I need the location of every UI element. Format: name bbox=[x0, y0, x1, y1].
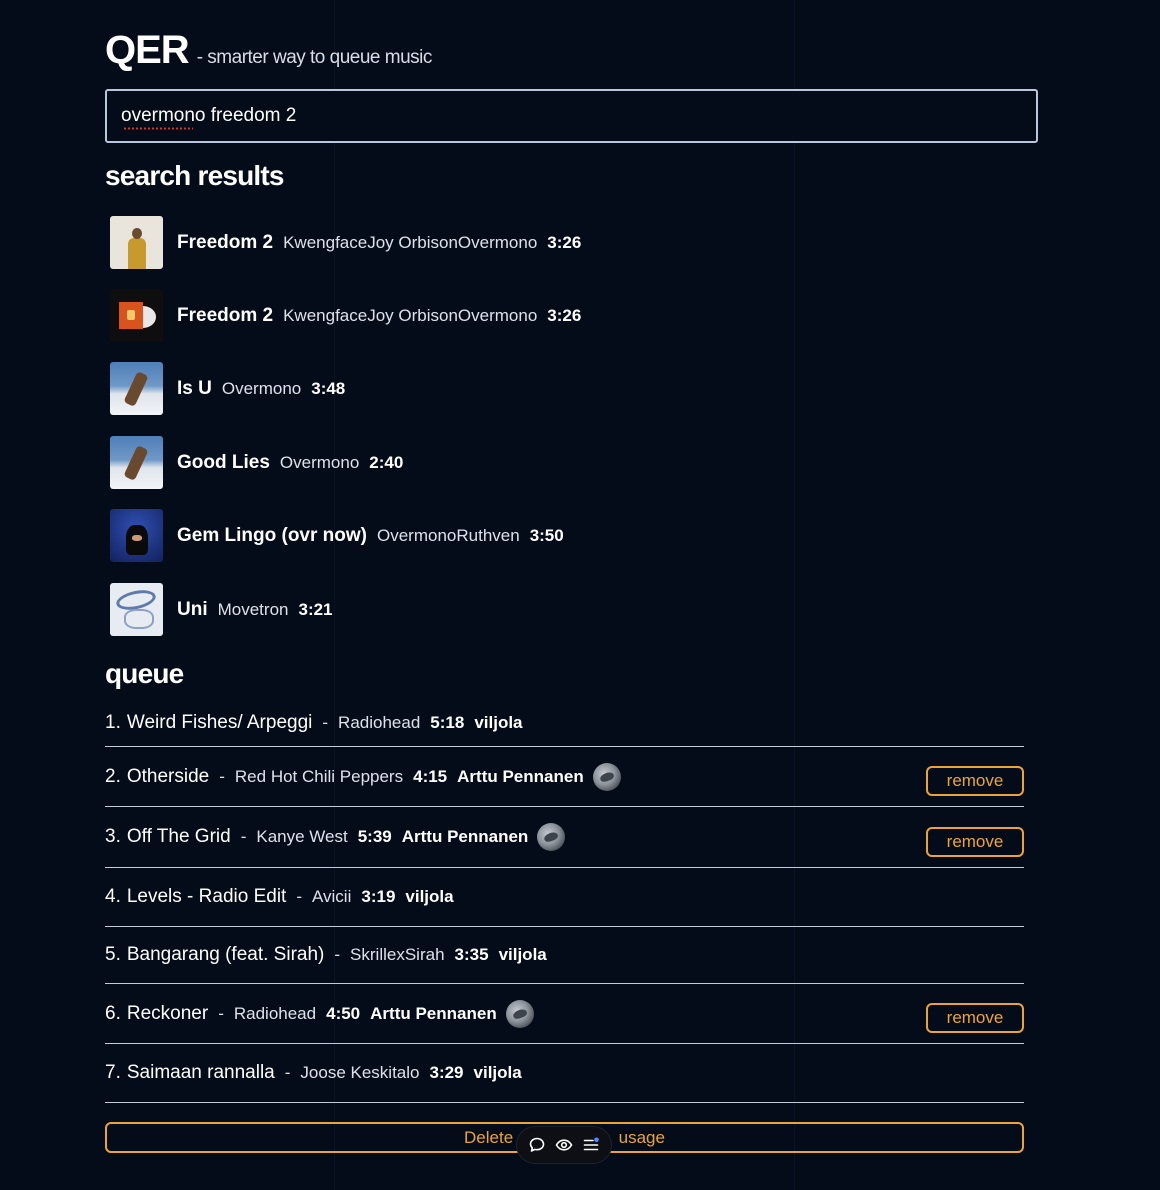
app-logo: QER bbox=[105, 28, 190, 72]
queue-row: 3. Off The Grid - Kanye West 5:39 Arttu … bbox=[105, 807, 1024, 868]
queue-position: 1. bbox=[105, 712, 121, 733]
queue-added-by: viljola bbox=[405, 887, 454, 906]
queue-track-title: Weird Fishes/ Arpeggi bbox=[126, 712, 313, 733]
queue-added-by: viljola bbox=[474, 713, 523, 732]
queue-separator: - bbox=[218, 1003, 224, 1023]
queue-duration: 5:39 bbox=[357, 827, 392, 846]
queue-added-by: Arttu Pennanen bbox=[370, 1003, 497, 1023]
result-artists: Movetron bbox=[217, 599, 289, 619]
queue-artist: Radiohead bbox=[233, 1003, 317, 1023]
result-duration: 3:26 bbox=[547, 232, 582, 252]
snow-figure-cover-icon bbox=[110, 362, 163, 415]
queue-position: 2. bbox=[105, 765, 121, 787]
result-duration: 3:26 bbox=[547, 305, 582, 325]
queue-track-title: Saimaan rannalla bbox=[126, 1062, 275, 1083]
result-title: Uni bbox=[177, 598, 208, 620]
queue-duration: 4:50 bbox=[326, 1003, 361, 1023]
queue-artist: Joose Keskitalo bbox=[300, 1063, 420, 1082]
queue-row: 1. Weird Fishes/ Arpeggi - Radiohead 5:1… bbox=[105, 700, 1024, 747]
queue-separator: - bbox=[296, 887, 302, 906]
search-result-item[interactable]: Is U Overmono 3:48 bbox=[110, 362, 345, 415]
search-result-item[interactable]: Freedom 2 KwengfaceJoy OrbisonOvermono 3… bbox=[110, 289, 581, 342]
result-duration: 2:40 bbox=[369, 452, 404, 472]
result-artists: Overmono bbox=[221, 378, 302, 398]
user-avatar bbox=[505, 999, 534, 1028]
queue-separator: - bbox=[219, 766, 225, 786]
queue-artist: Red Hot Chili Peppers bbox=[234, 766, 404, 786]
result-title: Is U bbox=[177, 377, 212, 399]
remove-button[interactable]: remove bbox=[926, 1003, 1024, 1033]
queue-duration: 3:29 bbox=[429, 1063, 464, 1082]
queue-track-title: Otherside bbox=[126, 765, 210, 787]
search-box[interactable] bbox=[105, 89, 1038, 143]
floating-toolbar bbox=[516, 1126, 612, 1164]
queue-duration: 3:35 bbox=[454, 945, 489, 964]
queue-row: 6. Reckoner - Radiohead 4:50 Arttu Penna… bbox=[105, 984, 1024, 1044]
comment-icon[interactable] bbox=[526, 1134, 548, 1156]
search-result-item[interactable]: Good Lies Overmono 2:40 bbox=[110, 436, 403, 489]
user-avatar bbox=[592, 762, 621, 791]
queue-row: 7. Saimaan rannalla - Joose Keskitalo 3:… bbox=[105, 1044, 1024, 1103]
result-artists: KwengfaceJoy OrbisonOvermono bbox=[283, 305, 538, 325]
queue-position: 6. bbox=[105, 1002, 121, 1024]
remove-button[interactable]: remove bbox=[926, 766, 1024, 796]
app-header: QER - smarter way to queue music bbox=[105, 28, 432, 73]
queue-added-by: Arttu Pennanen bbox=[401, 827, 529, 846]
result-artists: Overmono bbox=[279, 452, 360, 472]
queue-track-title: Reckoner bbox=[126, 1002, 209, 1024]
queue-track-title: Levels - Radio Edit bbox=[126, 886, 287, 907]
search-results-heading: search results bbox=[105, 160, 285, 191]
queue-separator: - bbox=[284, 1063, 291, 1082]
queue-track-title: Bangarang (feat. Sirah) bbox=[126, 944, 325, 965]
result-title: Freedom 2 bbox=[177, 231, 274, 253]
queue-position: 3. bbox=[105, 826, 121, 847]
queue-added-by: viljola bbox=[498, 945, 547, 964]
queue-added-by: Arttu Pennanen bbox=[457, 766, 584, 786]
delete-button-label-right: usage bbox=[618, 1127, 665, 1147]
eye-icon[interactable] bbox=[553, 1134, 575, 1156]
queue-track-title: Off The Grid bbox=[126, 826, 231, 847]
result-artists: OvermonoRuthven bbox=[377, 525, 520, 545]
result-duration: 3:48 bbox=[311, 378, 346, 398]
queue-row: 5. Bangarang (feat. Sirah) - SkrillexSir… bbox=[105, 927, 1024, 984]
menu-icon[interactable] bbox=[580, 1134, 602, 1156]
person-yellow-jacket-cover-icon bbox=[110, 216, 163, 269]
result-duration: 3:21 bbox=[298, 599, 333, 619]
queue-row: 2. Otherside - Red Hot Chili Peppers 4:1… bbox=[105, 747, 1024, 807]
queue-artist: Radiohead bbox=[338, 713, 421, 732]
queue-position: 5. bbox=[105, 944, 121, 965]
queue-duration: 3:19 bbox=[361, 887, 396, 906]
queue-artist: Avicii bbox=[312, 887, 352, 906]
result-duration: 3:50 bbox=[529, 525, 564, 545]
delete-button-label-left: Delete bbox=[464, 1127, 514, 1147]
queue-separator: - bbox=[322, 713, 329, 732]
result-title: Gem Lingo (ovr now) bbox=[177, 524, 367, 546]
result-title: Freedom 2 bbox=[177, 304, 274, 326]
queue-heading: queue bbox=[105, 658, 184, 689]
search-result-item[interactable]: Uni Movetron 3:21 bbox=[110, 583, 333, 636]
result-artists: KwengfaceJoy OrbisonOvermono bbox=[283, 232, 538, 252]
remove-button[interactable]: remove bbox=[926, 827, 1024, 857]
snow-figure-cover-icon bbox=[110, 436, 163, 489]
user-avatar bbox=[537, 823, 566, 851]
queue-row: 4. Levels - Radio Edit - Avicii 3:19 vil… bbox=[105, 868, 1024, 927]
search-result-item[interactable]: Freedom 2 KwengfaceJoy OrbisonOvermono 3… bbox=[110, 216, 581, 269]
search-result-item[interactable]: Gem Lingo (ovr now) OvermonoRuthven 3:50 bbox=[110, 509, 564, 562]
app-tagline: - smarter way to queue music bbox=[196, 47, 433, 68]
queue-artist: SkrillexSirah bbox=[350, 945, 445, 964]
queue-separator: - bbox=[240, 827, 247, 846]
queue-artist: Kanye West bbox=[256, 827, 348, 846]
queue-position: 4. bbox=[105, 886, 121, 907]
queue-position: 7. bbox=[105, 1062, 121, 1083]
dog-blue-cover-icon bbox=[110, 509, 163, 562]
vinyl-record-cover-icon bbox=[110, 289, 163, 342]
search-input[interactable] bbox=[121, 105, 1001, 127]
abstract-white-cover-icon bbox=[110, 583, 163, 636]
spellcheck-underline bbox=[123, 127, 193, 130]
result-title: Good Lies bbox=[177, 451, 270, 473]
queue-duration: 5:18 bbox=[430, 713, 465, 732]
queue-duration: 4:15 bbox=[413, 766, 448, 786]
queue-separator: - bbox=[334, 945, 341, 964]
queue-added-by: viljola bbox=[473, 1063, 522, 1082]
